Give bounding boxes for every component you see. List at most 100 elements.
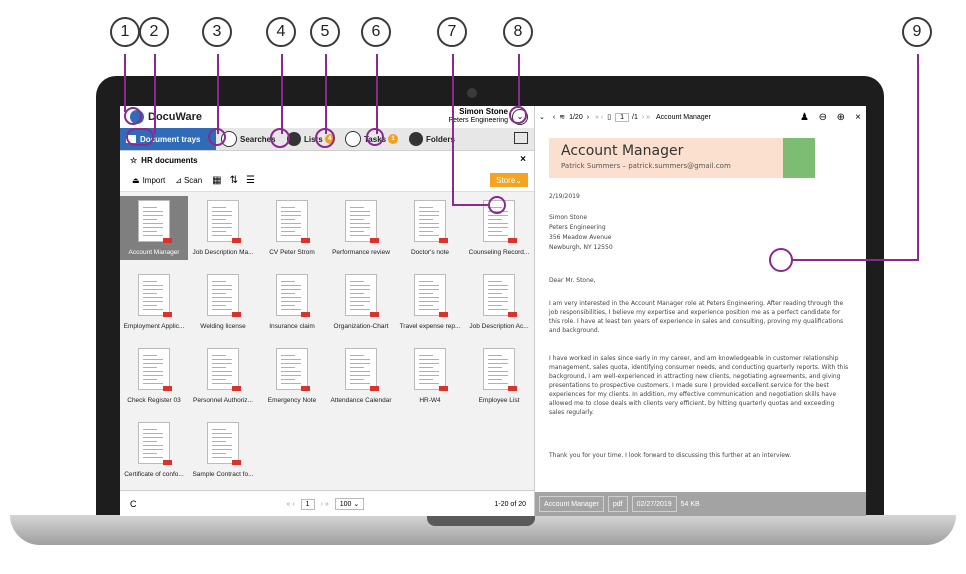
thumbnail-line (350, 309, 370, 310)
callout-3: 3 (202, 17, 232, 47)
document-tile[interactable]: Personnel Authoriz... (189, 344, 257, 408)
document-tile[interactable]: Employee List (465, 344, 533, 408)
document-thumbnail (414, 274, 448, 317)
thumbnail-line (488, 231, 502, 232)
document-tile[interactable]: Job Description Ma... (189, 196, 257, 260)
document-tile[interactable]: Emergency Note (258, 344, 326, 408)
thumbnail-line (143, 433, 163, 434)
scan-icon[interactable]: ⊿ (175, 176, 182, 185)
thumbnail-line (419, 297, 439, 298)
database-icon[interactable]: ☰ (246, 175, 255, 186)
thumbnail-line (143, 215, 163, 216)
document-thumbnail (207, 274, 241, 317)
thumbnail-line (143, 219, 157, 220)
thumbnail-line (212, 437, 232, 438)
thumbnail-line (350, 367, 364, 368)
thumbnail-line (350, 285, 370, 286)
thumbnail-line (419, 309, 439, 310)
tab-folders[interactable]: Folders (406, 128, 466, 150)
callout-line-1 (124, 54, 126, 112)
document-tile[interactable]: Attendance Calendar (327, 344, 395, 408)
thumbnail-line (143, 437, 163, 438)
stamp-icon[interactable]: ♟ (800, 112, 809, 123)
scan-button[interactable]: Scan (184, 176, 202, 185)
thumbnail-line (212, 379, 226, 380)
zoom-out-icon[interactable]: ⊖ (819, 112, 827, 123)
thumbnail-line (281, 285, 301, 286)
collapse-chevron-icon[interactable]: ⌄ (539, 113, 545, 121)
close-icon[interactable]: × (520, 154, 526, 165)
thumbnail-line (281, 301, 301, 302)
viewer-page-input[interactable]: 1 (615, 112, 629, 122)
document-tile[interactable]: CV Peter Strom (258, 196, 326, 260)
thumbnail-line (143, 231, 157, 232)
thumbnail-line (350, 375, 370, 376)
prev-doc-icon[interactable]: ‹ (553, 114, 555, 121)
document-tile[interactable]: Job Description Ac... (465, 270, 533, 334)
thumbnail-line (143, 445, 163, 446)
document-tile[interactable]: Employment Applic... (120, 270, 188, 334)
callout-line-9h (792, 259, 919, 261)
document-tile[interactable]: HR-W4 (396, 344, 464, 408)
thumbnail-line (350, 297, 370, 298)
thumbnail-line (281, 375, 301, 376)
close-viewer-icon[interactable]: × (855, 112, 861, 123)
star-icon[interactable]: ☆ (130, 156, 137, 165)
letter-address-4: Newburgh, NY 12550 (549, 244, 613, 251)
next-page-icon[interactable]: › » (321, 501, 329, 508)
thumbnail-line (212, 309, 232, 310)
thumbnail-line (419, 375, 439, 376)
thumbnail-line (212, 363, 232, 364)
import-icon[interactable]: ⏏ (132, 176, 140, 185)
grid-view-icon[interactable]: ▦ (212, 175, 221, 186)
zoom-in-icon[interactable]: ⊕ (837, 112, 845, 123)
thumbnail-line (143, 223, 163, 224)
document-tile[interactable]: Travel expense rep... (396, 270, 464, 334)
thumbnail-line (281, 223, 301, 224)
document-label: Employee List (478, 397, 520, 404)
thumbnail-line (419, 289, 439, 290)
document-label: Job Description Ma... (192, 249, 254, 256)
document-thumbnail (138, 348, 172, 391)
last-page-icon[interactable]: › » (642, 114, 650, 121)
thumbnail-line (143, 457, 163, 458)
document-tile[interactable]: Performance review (327, 196, 395, 260)
refresh-icon[interactable]: C (130, 499, 137, 509)
page-size-select[interactable]: 100 ⌄ (334, 498, 365, 510)
sort-icon[interactable]: ⇅ (230, 175, 238, 186)
document-tile[interactable]: Certificate of confo... (120, 418, 188, 482)
pdf-icon (508, 312, 517, 317)
window-icon[interactable] (514, 132, 528, 144)
tab-folders-label: Folders (426, 134, 455, 144)
document-grid: Account Manager Job Description Ma... CV P… (120, 192, 534, 490)
store-button[interactable]: Store ⌄ (490, 173, 528, 187)
thumbnail-line (143, 301, 163, 302)
callout-line-9 (917, 54, 919, 260)
first-page-icon[interactable]: « ‹ (595, 114, 603, 121)
document-tile[interactable]: Account Manager (120, 196, 188, 260)
thumbnail-line (212, 223, 232, 224)
thumbnail-line (419, 281, 433, 282)
pdf-icon (232, 312, 241, 317)
thumbnail-line (350, 207, 364, 208)
document-thumbnail (414, 348, 448, 391)
page-input[interactable]: 1 (300, 498, 315, 510)
thumbnail-line (488, 297, 508, 298)
thumbnail-line (350, 211, 370, 212)
thumbnail-line (212, 355, 226, 356)
document-tile[interactable]: Welding license (189, 270, 257, 334)
thumbnail-line (143, 297, 163, 298)
thumbnail-line (281, 289, 301, 290)
thumbnail-line (212, 449, 232, 450)
document-tile[interactable]: Insurance claim (258, 270, 326, 334)
document-label: Emergency Note (267, 397, 317, 404)
import-button[interactable]: Import (143, 176, 166, 185)
viewer-doc-name: Account Manager (656, 113, 711, 121)
thumbnail-line (281, 281, 295, 282)
document-tile[interactable]: Sample Contract fo... (189, 418, 257, 482)
next-doc-icon[interactable]: › (587, 114, 589, 121)
document-tile[interactable]: Check Register 03 (120, 344, 188, 408)
thumbnail-line (419, 211, 439, 212)
prev-page-icon[interactable]: « ‹ (287, 501, 295, 508)
document-tile[interactable]: Organization-Chart (327, 270, 395, 334)
